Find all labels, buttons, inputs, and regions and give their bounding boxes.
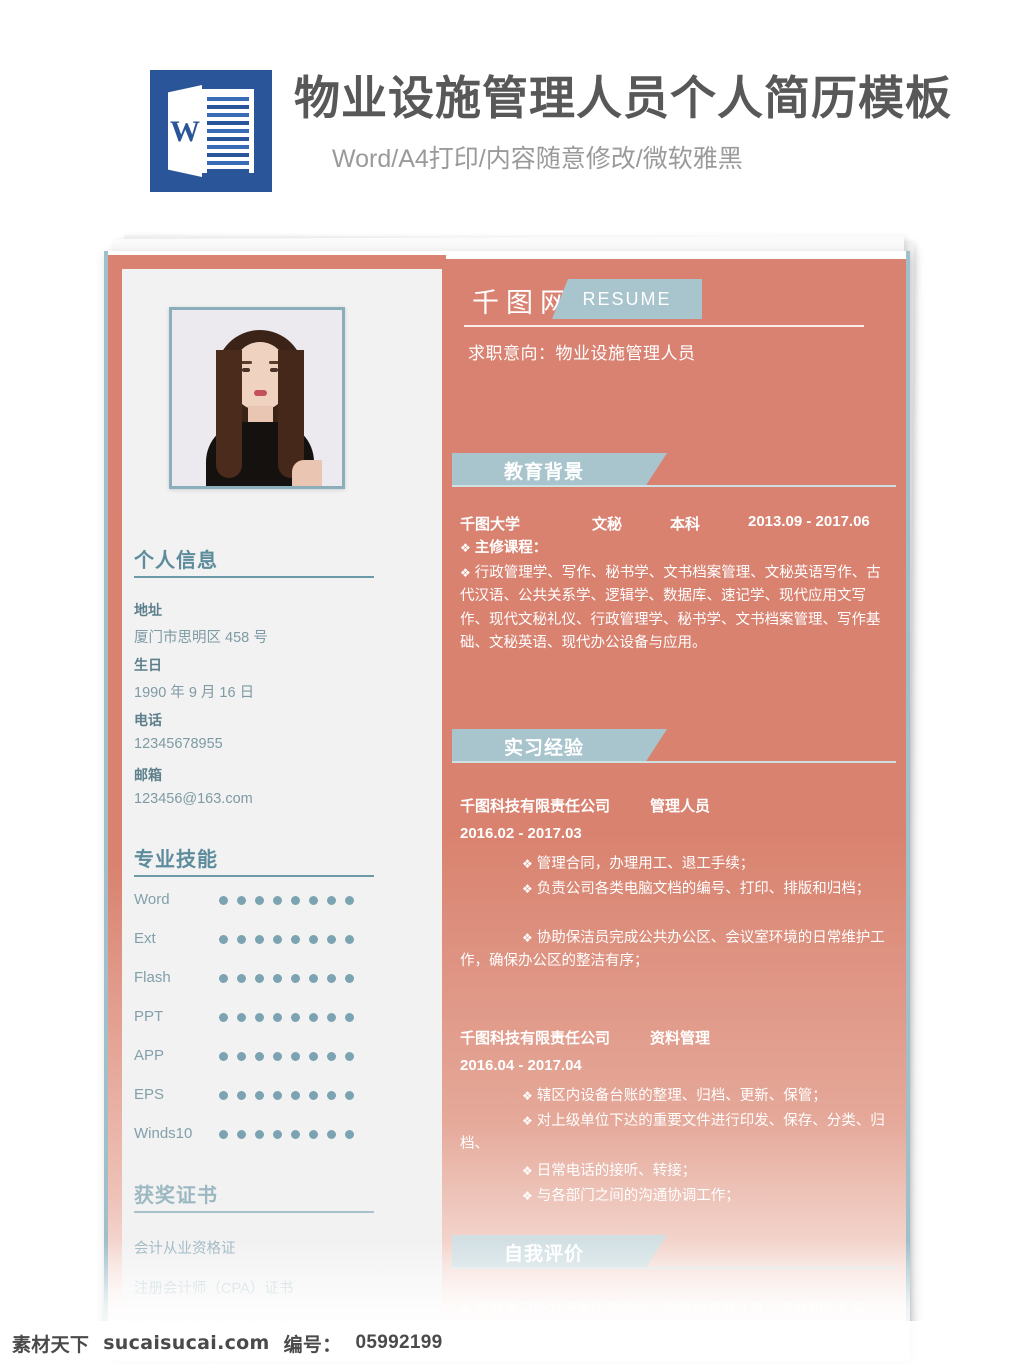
education-major: 文秘 bbox=[592, 516, 623, 533]
address-value: 厦门市思明区 458 号 bbox=[134, 630, 268, 646]
avatar bbox=[169, 307, 345, 489]
education-courses-label: ❖ 主修课程： bbox=[460, 540, 548, 556]
birthday-label: 生日 bbox=[134, 657, 162, 673]
job-objective: 求职意向：物业设施管理人员 bbox=[468, 344, 696, 363]
internship-1-role: 管理人员 bbox=[650, 798, 711, 815]
sidebar-section-title-skills: 专业技能 bbox=[134, 849, 218, 871]
diamond-bullet-icon: ❖ bbox=[460, 1303, 471, 1317]
skill-name-flash: Flash bbox=[134, 969, 171, 986]
diamond-bullet-icon: ❖ bbox=[522, 1164, 533, 1178]
sidebar-rule-personal bbox=[134, 576, 374, 578]
sidebar-section-title-certificates: 获奖证书 bbox=[134, 1185, 218, 1207]
skill-name-word: Word bbox=[134, 891, 170, 908]
email-label: 邮箱 bbox=[134, 767, 162, 783]
diamond-bullet-icon: ❖ bbox=[522, 931, 533, 945]
certificate-item-1: 会计从业资格证 bbox=[134, 1241, 236, 1257]
word-icon-letter: W bbox=[170, 115, 200, 148]
diamond-bullet-icon: ❖ bbox=[460, 566, 471, 580]
internship-1-bullet-3: ❖ 协助保洁员完成公共办公区、会议室环境的日常维护工作，确保办公区的整洁有序； bbox=[460, 930, 885, 970]
diamond-bullet-icon: ❖ bbox=[522, 1114, 533, 1128]
internship-1-period: 2016.02 - 2017.03 bbox=[460, 825, 582, 842]
resume-preview-stack: RESUME 个人信息 地址 厦门市思明区 458 号 生日 1990 年 9 … bbox=[0, 225, 1024, 1365]
skill-name-eps: EPS bbox=[134, 1086, 165, 1103]
internship-2-bullet-3: ❖ 日常电话的接听、转接； bbox=[522, 1163, 697, 1179]
education-degree: 本科 bbox=[670, 516, 701, 533]
email-value: 123456@163.com bbox=[134, 791, 253, 807]
footer-site: sucaisucai.com bbox=[103, 1332, 270, 1354]
section-header-education: 教育背景 bbox=[452, 453, 667, 487]
diamond-bullet-icon: ❖ bbox=[522, 1189, 533, 1203]
footer-brand: 素材天下 bbox=[12, 1334, 90, 1356]
sidebar-left-border bbox=[108, 255, 122, 1361]
birthday-value: 1990 年 9 月 16 日 bbox=[134, 685, 255, 701]
skill-dots-winds10 bbox=[219, 1130, 354, 1139]
word-document-icon: W bbox=[150, 70, 272, 192]
candidate-name-rule bbox=[464, 325, 864, 327]
skill-dots-eps bbox=[219, 1091, 354, 1100]
section-header-internship: 实习经验 bbox=[452, 729, 667, 763]
section-header-self-evaluation: 自我评价 bbox=[452, 1235, 667, 1269]
internship-2-company: 千图科技有限责任公司 bbox=[460, 1030, 611, 1047]
education-school: 千图大学 bbox=[460, 516, 521, 533]
footer-watermark-bar: 素材天下 sucaisucai.com 编号： 05992199 bbox=[0, 1321, 1024, 1365]
page-subtitle: Word/A4打印/内容随意修改/微软雅黑 bbox=[332, 144, 743, 173]
phone-value: 12345678955 bbox=[134, 736, 223, 752]
skill-dots-app bbox=[219, 1052, 354, 1061]
footer-id-value: 05992199 bbox=[355, 1332, 443, 1353]
skill-name-winds10: Winds10 bbox=[134, 1125, 193, 1142]
internship-2-period: 2016.04 - 2017.04 bbox=[460, 1057, 582, 1074]
internship-1-bullet-2: ❖ 负责公司各类电脑文档的编号、打印、排版和归档； bbox=[522, 881, 871, 897]
skill-name-ppt: PPT bbox=[134, 1008, 164, 1025]
skill-name-app: APP bbox=[134, 1047, 165, 1064]
skill-dots-word bbox=[219, 896, 354, 905]
section-rule-internship bbox=[452, 761, 896, 763]
section-rule-self-evaluation bbox=[452, 1267, 896, 1269]
page-title: 物业设施管理人员个人简历模板 bbox=[294, 72, 952, 124]
address-label: 地址 bbox=[134, 602, 162, 618]
skill-dots-ext bbox=[219, 935, 354, 944]
sheet-right-rule bbox=[906, 251, 910, 1361]
sidebar-section-title-personal: 个人信息 bbox=[134, 550, 218, 572]
internship-1-bullet-1: ❖ 管理合同，办理用工、退工手续； bbox=[522, 856, 755, 872]
internship-2-role: 资料管理 bbox=[650, 1030, 711, 1047]
skill-dots-flash bbox=[219, 974, 354, 983]
diamond-bullet-icon: ❖ bbox=[460, 541, 471, 555]
internship-1-company: 千图科技有限责任公司 bbox=[460, 798, 611, 815]
education-period: 2013.09 - 2017.06 bbox=[748, 513, 870, 530]
internship-2-bullet-4: ❖ 与各部门之间的沟通协调工作； bbox=[522, 1188, 740, 1204]
skill-name-ext: Ext bbox=[134, 930, 156, 947]
sidebar-top-border bbox=[108, 255, 446, 269]
phone-label: 电话 bbox=[134, 712, 162, 728]
education-courses-text: ❖ 行政管理学、写作、秘书学、文书档案管理、文秘英语写作、古代汉语、公共关系学、… bbox=[460, 565, 881, 652]
resume-badge: RESUME bbox=[552, 279, 702, 319]
sidebar-rule-skills bbox=[134, 875, 374, 877]
header-text-group: 物业设施管理人员个人简历模板 Word/A4打印/内容随意修改/微软雅黑 bbox=[294, 70, 952, 175]
footer-id-label: 编号： bbox=[283, 1334, 342, 1356]
diamond-bullet-icon: ❖ bbox=[522, 857, 533, 871]
sidebar-rule-certificates bbox=[134, 1211, 374, 1213]
skill-dots-ppt bbox=[219, 1013, 354, 1022]
section-rule-education bbox=[452, 485, 896, 487]
diamond-bullet-icon: ❖ bbox=[522, 882, 533, 896]
page-header: W 物业设施管理人员个人简历模板 Word/A4打印/内容随意修改/微软雅黑 bbox=[0, 0, 1024, 215]
resume-sheet: RESUME 个人信息 地址 厦门市思明区 458 号 生日 1990 年 9 … bbox=[104, 251, 910, 1361]
internship-2-bullet-1: ❖ 辖区内设备台账的整理、归档、更新、保管； bbox=[522, 1088, 827, 1104]
diamond-bullet-icon: ❖ bbox=[522, 1089, 533, 1103]
certificate-item-2: 注册会计师（CPA）证书 bbox=[134, 1281, 294, 1297]
internship-2-bullet-2: ❖ 对上级单位下达的重要文件进行印发、保存、分类、归档、 bbox=[460, 1113, 885, 1153]
